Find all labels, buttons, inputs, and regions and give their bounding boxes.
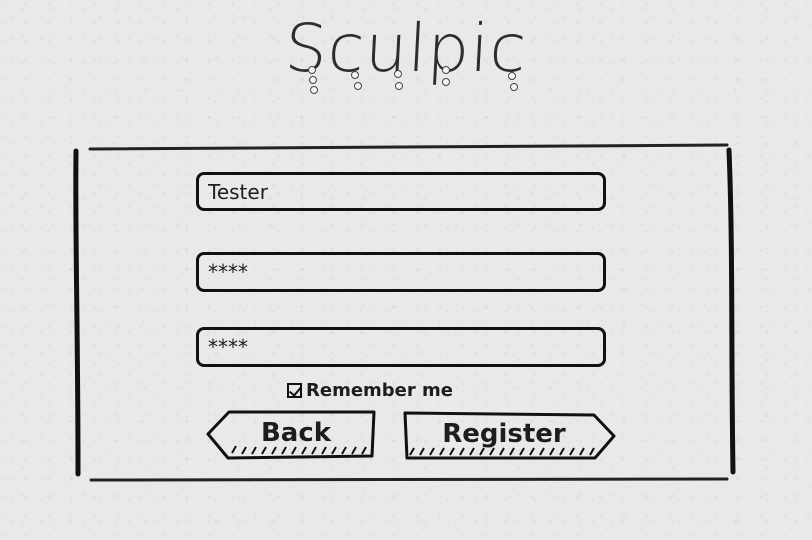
register-button-label: Register [442,419,566,449]
remember-me-label: Remember me [306,380,453,401]
username-field[interactable] [196,172,606,211]
app-title: Sculpic [283,10,529,87]
password-field[interactable] [196,252,606,292]
remember-me-option[interactable]: Remember me [287,380,453,401]
remember-me-checkbox[interactable] [287,383,302,398]
back-button-label: Back [260,418,332,448]
back-button[interactable]: Back [206,409,376,461]
register-button[interactable]: Register [402,410,616,462]
confirm-password-field[interactable] [196,327,606,367]
